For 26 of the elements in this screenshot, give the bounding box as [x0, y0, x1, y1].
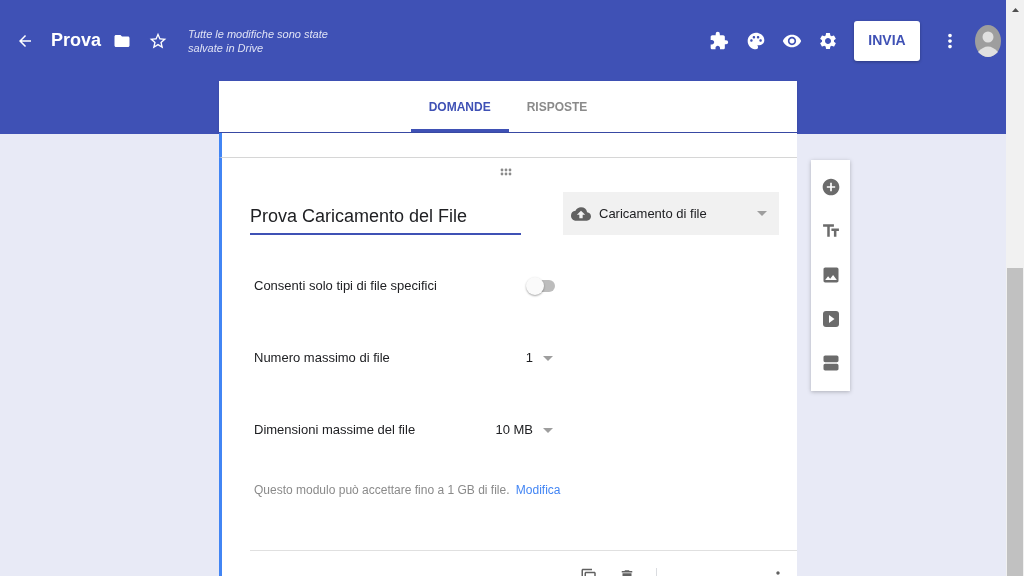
caret-icon	[543, 427, 553, 433]
drag-handle-icon[interactable]	[499, 168, 512, 176]
save-status: Tutte le modifiche sono state salvate in Drive	[188, 26, 329, 55]
caret-icon	[543, 355, 553, 361]
stacked-bars-icon[interactable]	[820, 353, 841, 373]
palette-icon[interactable]	[746, 30, 766, 51]
question-title-field[interactable]: Prova Caricamento del File	[250, 199, 521, 235]
setting-label: Consenti solo tipi di file specifici	[254, 277, 438, 296]
edit-link[interactable]: Modifica	[515, 483, 561, 497]
toggle-switch[interactable]	[526, 276, 556, 296]
user-avatar-icon[interactable]	[975, 24, 1001, 57]
question-type-dropdown[interactable]: Caricamento di file	[563, 192, 779, 235]
send-button[interactable]: INVIA	[854, 20, 920, 61]
add-icon[interactable]	[820, 177, 841, 197]
settings-icon[interactable]	[818, 30, 838, 51]
form-title: Prova	[51, 29, 102, 52]
select-dropdown[interactable]: 1	[525, 348, 556, 368]
scroll-up-arrow-icon[interactable]	[1011, 8, 1019, 12]
caret-icon	[757, 211, 767, 216]
setting-label: Dimensioni massime del file	[254, 421, 417, 440]
setting-label: Numero massimo di file	[254, 349, 391, 368]
play-icon[interactable]	[820, 309, 841, 329]
puzzle-piece-icon[interactable]	[709, 30, 729, 51]
select-dropdown[interactable]: 10 MB	[495, 420, 556, 440]
file-limit-note: Questo modulo può accettare fino a 1 GB di file. Modifica	[253, 482, 562, 499]
scrollbar-thumb[interactable]	[1007, 268, 1023, 576]
